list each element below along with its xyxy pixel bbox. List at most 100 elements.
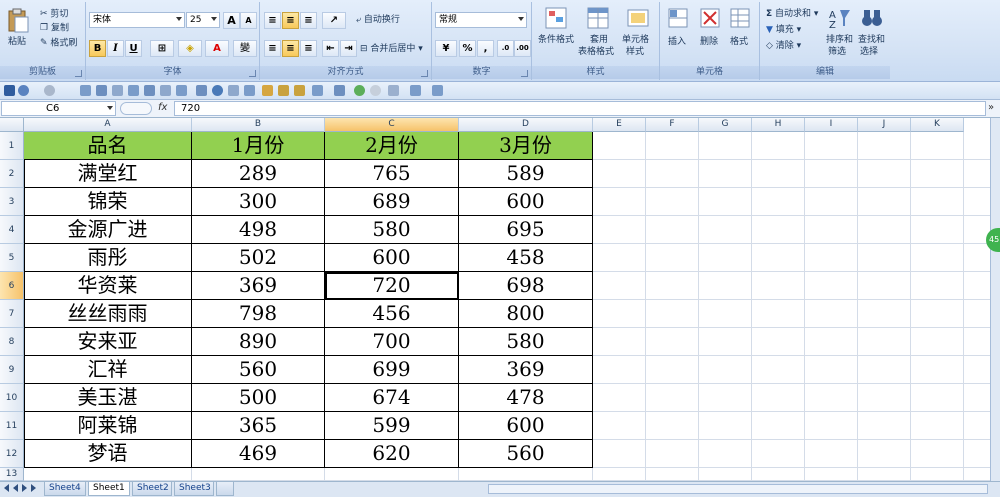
increase-decimal-button[interactable]: .0 [497,40,514,57]
grow-font-button[interactable]: A [223,12,240,29]
shrink-font-button[interactable]: A [240,12,257,29]
name-box[interactable]: C6 [1,101,116,116]
toolbar-icon-3[interactable] [112,85,123,96]
table-header-cell[interactable]: 3月份 [459,132,593,160]
column-header-b[interactable]: B [192,118,325,132]
table-cell[interactable]: 674 [325,384,459,412]
align-left-button[interactable]: ≡ [264,40,281,57]
paste-button[interactable]: 粘贴 [8,36,26,48]
toolbar-icon-5[interactable] [144,85,155,96]
align-middle-button[interactable]: ≡ [282,12,299,29]
row-header-4[interactable]: 4 [0,216,24,244]
table-cell[interactable]: 620 [325,440,459,468]
clear-button[interactable]: ◇ 清除 ▾ [766,40,801,52]
currency-button[interactable]: ¥ [435,40,457,57]
table-cell[interactable]: 580 [325,216,459,244]
formula-input[interactable]: 720 [174,101,986,116]
select-all-corner[interactable] [0,118,24,132]
customize-qat-icon[interactable] [450,85,458,96]
table-cell[interactable]: 800 [459,300,593,328]
row-header-12[interactable]: 12 [0,440,24,468]
toolbar-icon-12[interactable] [278,85,289,96]
font-color-button[interactable]: A [205,40,229,57]
toolbar-icon-10[interactable] [244,85,255,96]
table-cell[interactable]: 阿莱锦 [24,412,192,440]
toolbar-icon-9[interactable] [228,85,239,96]
insert-button[interactable]: 插入 [668,36,686,48]
row-header-11[interactable]: 11 [0,412,24,440]
first-sheet-icon[interactable] [4,484,9,492]
fill-button[interactable]: ▼ 填充 ▾ [766,24,801,36]
sort-filter-button[interactable]: 排序和 [826,34,853,46]
table-cell[interactable]: 289 [192,160,325,188]
save-icon[interactable] [4,85,15,96]
table-cell[interactable]: 满堂红 [24,160,192,188]
table-cell[interactable]: 589 [459,160,593,188]
clipboard-dialog-launcher[interactable] [75,70,82,77]
prev-sheet-icon[interactable] [13,484,18,492]
table-cell[interactable]: 458 [459,244,593,272]
column-header-j[interactable]: J [858,118,911,132]
table-cell[interactable]: 580 [459,328,593,356]
toolbar-icon-1[interactable] [80,85,91,96]
toolbar-icon-18[interactable] [388,85,399,96]
table-cell[interactable]: 560 [459,440,593,468]
table-cell[interactable]: 600 [325,244,459,272]
table-cell[interactable]: 478 [459,384,593,412]
row-header-7[interactable]: 7 [0,300,24,328]
table-cell[interactable]: 锦荣 [24,188,192,216]
row-header-2[interactable]: 2 [0,160,24,188]
table-cell[interactable]: 698 [459,272,593,300]
conditional-format-button[interactable]: 条件格式 [538,34,574,46]
redo-icon[interactable] [44,85,55,96]
italic-button[interactable]: I [107,40,124,57]
phonetic-button[interactable]: 變 [233,40,257,57]
column-header-a[interactable]: A [24,118,192,132]
insert-function-button[interactable]: fx [158,102,167,113]
column-header-k[interactable]: K [911,118,964,132]
row-header-8[interactable]: 8 [0,328,24,356]
active-cell[interactable]: 720 [325,272,459,300]
font-size-select[interactable]: 25 [186,12,220,28]
table-cell[interactable]: 安来亚 [24,328,192,356]
toolbar-icon-8[interactable] [196,85,207,96]
autosum-button[interactable]: Σ 自动求和 ▾ [766,8,818,20]
last-sheet-icon[interactable] [31,484,36,492]
decrease-decimal-button[interactable]: .00 [514,40,531,57]
column-header-e[interactable]: E [593,118,646,132]
delete-button[interactable]: 删除 [700,36,718,48]
toolbar-icon-15[interactable] [334,85,345,96]
undo-icon[interactable] [18,85,29,96]
align-top-button[interactable]: ≡ [264,12,281,29]
comma-button[interactable]: , [477,40,494,57]
vertical-scrollbar[interactable] [990,118,1000,481]
row-header-9[interactable]: 9 [0,356,24,384]
row-header-13[interactable]: 13 [0,468,24,481]
sheet-tab-sheet1[interactable]: Sheet1 [88,482,130,496]
toolbar-icon-19[interactable] [410,85,421,96]
cut-button[interactable]: ✂ 剪切 [40,8,68,21]
column-header-d[interactable]: D [459,118,593,132]
row-header-10[interactable]: 10 [0,384,24,412]
toolbar-icon-13[interactable] [294,85,305,96]
table-cell[interactable]: 689 [325,188,459,216]
wrap-text-button[interactable]: ⤶ 自动换行 [356,14,400,26]
number-format-select[interactable]: 常规 [435,12,527,28]
alignment-dialog-launcher[interactable] [421,70,428,77]
format-painter-button[interactable]: ✎ 格式刷 [40,37,77,50]
table-cell[interactable]: 599 [325,412,459,440]
table-cell[interactable]: 890 [192,328,325,356]
table-cell[interactable]: 798 [192,300,325,328]
toolbar-icon-16[interactable] [354,85,365,96]
table-cell[interactable]: 765 [325,160,459,188]
table-header-cell[interactable]: 品名 [24,132,192,160]
row-header-6[interactable]: 6 [0,272,24,300]
column-header-g[interactable]: G [699,118,752,132]
table-cell[interactable]: 美玉湛 [24,384,192,412]
sheet-tab-sheet4[interactable]: Sheet4 [44,482,86,496]
table-cell[interactable]: 500 [192,384,325,412]
toolbar-icon-14[interactable] [312,85,323,96]
table-cell[interactable]: 456 [325,300,459,328]
cell-styles-button[interactable]: 单元格 [622,34,649,46]
refresh-icon[interactable] [212,85,223,96]
